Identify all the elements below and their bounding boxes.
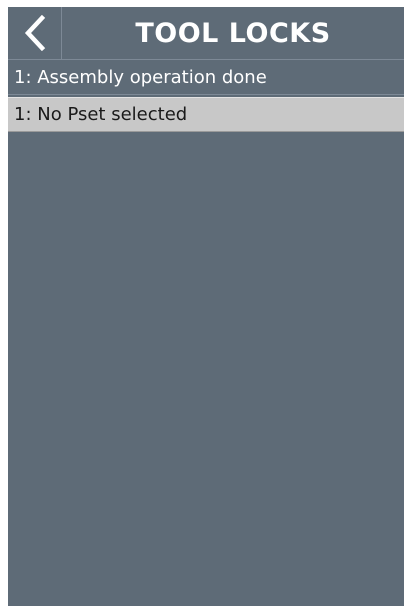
list-item-selected[interactable]: 1: No Pset selected [8,97,404,132]
header-bar: TOOL LOCKS [8,7,404,60]
back-button[interactable] [8,7,62,59]
tool-locks-list: 1: Assembly operation done 1: No Pset se… [8,60,404,132]
chevron-left-icon [24,15,45,51]
tool-locks-screen: TOOL LOCKS 1: Assembly operation done 1:… [8,7,404,606]
list-item[interactable]: 1: Assembly operation done [8,60,404,95]
list-item-label: 1: No Pset selected [14,104,188,125]
list-item-label: 1: Assembly operation done [14,66,267,88]
page-title: TOOL LOCKS [135,17,331,49]
